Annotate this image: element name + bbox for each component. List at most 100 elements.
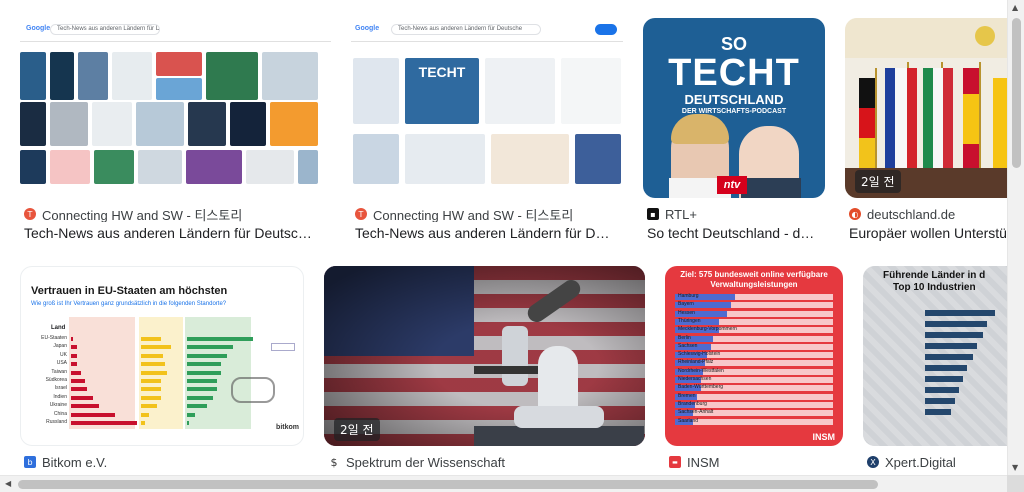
result-title[interactable]: So techt Deutschland - d… xyxy=(647,225,825,243)
scroll-down-icon[interactable]: ▼ xyxy=(1012,463,1018,472)
bar-low-trust xyxy=(71,370,81,375)
podcast-deutschland-text: DEUTSCHLAND xyxy=(684,92,784,107)
result-source-label: Connecting HW and SW - 티스토리 xyxy=(373,207,574,223)
result-source[interactable]: T Connecting HW and SW - 티스토리 xyxy=(24,206,330,222)
vertical-scroll-thumb[interactable] xyxy=(1012,18,1021,168)
state-label: Nordrhein-Westfalen xyxy=(678,367,724,374)
result-thumbnail[interactable]: Google Tech-News aus anderen Ländern für… xyxy=(20,18,331,198)
bar-high-trust xyxy=(187,395,213,400)
result-source[interactable]: ▬ INSM xyxy=(669,454,843,470)
state-row: Bremen xyxy=(675,393,833,400)
bar-mid-trust xyxy=(141,387,161,392)
bar-mid-trust xyxy=(141,353,163,358)
state-label: Niedersachsen xyxy=(678,376,712,382)
bar-high-trust xyxy=(187,362,221,367)
state-row: Berlin xyxy=(675,334,833,342)
chart-title: Ziel: 575 bundesweit online verfügbare V… xyxy=(680,270,828,289)
vertical-scrollbar[interactable]: ▲ ▼ xyxy=(1007,0,1024,475)
state-row: Rheinland-Pfalz xyxy=(675,359,833,367)
scroll-up-icon[interactable]: ▲ xyxy=(1012,3,1018,12)
bar-mid-trust xyxy=(141,421,145,425)
bar-high-trust xyxy=(187,345,233,350)
bar-mid-trust xyxy=(141,370,167,375)
state-row: Hessen xyxy=(675,309,833,317)
chart-title: Führende Länder in d xyxy=(883,270,986,281)
bar-low-trust xyxy=(71,337,73,341)
chart-subtitle: Top 10 Industrien xyxy=(893,282,976,293)
result-source[interactable]: T Connecting HW and SW - 티스토리 xyxy=(355,206,623,222)
bar-high-trust xyxy=(187,370,221,375)
mini-google-logo: Google xyxy=(355,25,380,32)
bar-low-trust xyxy=(71,421,137,425)
mini-search-field: Tech-News aus anderen Ländern für Deutsc… xyxy=(50,24,160,35)
spektrum-icon: $ xyxy=(328,456,340,469)
state-row: Saarland xyxy=(675,418,833,425)
state-label: Hamburg xyxy=(678,293,699,299)
result-thumbnail[interactable]: Führende Länder in d Top 10 Industrien xyxy=(863,266,1007,446)
bar-mid-trust xyxy=(141,404,157,409)
country-label: Israel xyxy=(54,385,67,392)
state-label: Rheinland-Pfalz xyxy=(678,359,714,366)
column-land: Land xyxy=(51,325,66,331)
state-label: Mecklenburg-Vorpommern xyxy=(678,326,737,333)
xpert-digital-icon: X xyxy=(867,456,879,468)
country-label: Taiwan xyxy=(51,368,67,375)
scroll-left-icon[interactable]: ◀ xyxy=(5,479,11,488)
state-label: Berlin xyxy=(678,334,691,341)
ntv-logo: ntv xyxy=(717,176,747,194)
bar-mid-trust xyxy=(141,337,161,341)
result-source-label: RTL+ xyxy=(665,206,697,222)
horizontal-scroll-thumb[interactable] xyxy=(18,480,878,489)
bar-high-trust xyxy=(187,421,189,425)
result-thumbnail[interactable]: 2일 전 xyxy=(845,18,1007,198)
bar-high-trust xyxy=(187,404,207,409)
state-label: Sachsen-Anhalt xyxy=(678,409,714,416)
horizontal-scrollbar[interactable]: ◀ ▶ xyxy=(0,475,1024,492)
state-label: Hessen xyxy=(678,309,695,316)
result-source[interactable]: X Xpert.Digital xyxy=(867,454,1007,470)
result-thumbnail[interactable]: Vertrauen in EU-Staaten am höchsten Wie … xyxy=(20,266,304,446)
insm-logo: INSM xyxy=(812,432,836,442)
result-source-label: Xpert.Digital xyxy=(885,454,956,470)
result-title[interactable]: Tech-News aus anderen Ländern für Deutsc… xyxy=(24,225,330,243)
result-thumbnail[interactable]: SO TECHT DEUTSCHLAND DER WIRTSCHAFTS-POD… xyxy=(643,18,825,198)
state-row: Sachsen xyxy=(675,342,833,350)
bar-mid-trust xyxy=(141,395,161,400)
state-row: Sachsen-Anhalt xyxy=(675,409,833,417)
state-label: Baden-Württemberg xyxy=(678,384,724,391)
result-source[interactable]: ◐ deutschland.de xyxy=(849,206,1007,222)
bar-low-trust xyxy=(71,404,99,409)
industry-bar xyxy=(925,343,977,349)
insm-icon: ▬ xyxy=(669,456,681,468)
industry-bar xyxy=(925,321,987,327)
industry-bar xyxy=(925,354,973,360)
bitkom-icon: b xyxy=(24,456,36,468)
country-label: Japan xyxy=(53,343,67,350)
result-thumbnail[interactable]: Ziel: 575 bundesweit online verfügbare V… xyxy=(665,266,843,446)
result-title[interactable]: Tech-News aus anderen Ländern für D… xyxy=(355,225,623,243)
result-title[interactable]: Europäer wollen Unterstü xyxy=(849,225,1007,243)
bar-high-trust xyxy=(187,387,217,392)
result-thumbnail[interactable]: Google Tech-News aus anderen Ländern für… xyxy=(351,18,623,198)
industry-bar xyxy=(925,310,995,316)
result-source[interactable]: $ Spektrum der Wissenschaft xyxy=(328,454,645,470)
mini-google-logo: Google xyxy=(26,25,51,32)
state-label: Sachsen xyxy=(678,342,698,349)
result-source[interactable]: ▪ RTL+ xyxy=(647,206,825,222)
bar-low-trust xyxy=(71,353,77,358)
industry-bar xyxy=(925,387,959,393)
bar-low-trust xyxy=(71,379,85,383)
result-source[interactable]: b Bitkom e.V. xyxy=(24,454,304,470)
country-label: Südkorea xyxy=(45,377,67,383)
state-label: Brandenburg xyxy=(678,400,707,407)
podcast-subtitle: DER WIRTSCHAFTS-PODCAST xyxy=(681,108,787,115)
bar-high-trust xyxy=(187,412,195,417)
age-badge: 2일 전 xyxy=(334,418,380,441)
state-label: Thüringen xyxy=(678,317,701,324)
result-source-label: INSM xyxy=(687,454,720,470)
result-source-label: Connecting HW and SW - 티스토리 xyxy=(42,207,243,223)
rtl-plus-icon: ▪ xyxy=(647,208,659,220)
result-thumbnail[interactable]: 2일 전 xyxy=(324,266,645,446)
country-label: Russland xyxy=(46,419,67,425)
bar-mid-trust xyxy=(141,345,171,350)
